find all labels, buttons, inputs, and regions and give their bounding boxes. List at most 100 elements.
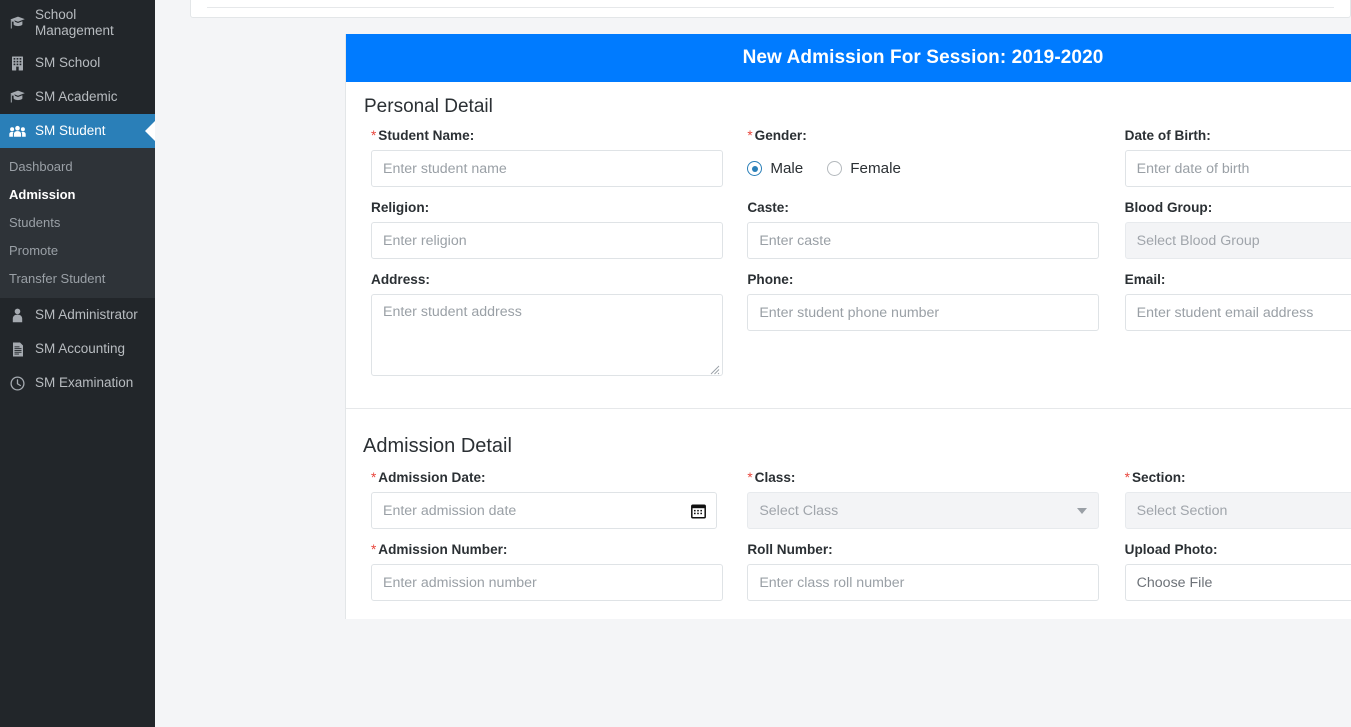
radio-male[interactable] — [747, 161, 762, 176]
form-row: *Admission Date: Enter admission date *C… — [346, 470, 1351, 529]
sidebar-item-sm-accounting[interactable]: SM Accounting — [0, 332, 155, 366]
placeholder: Enter student name — [383, 161, 507, 177]
card-body: Personal Detail *Student Name: Enter stu… — [346, 82, 1351, 619]
sidebar-item-sm-administrator[interactable]: SM Administrator — [0, 298, 155, 332]
required-mark: * — [371, 470, 376, 485]
calendar-icon[interactable] — [691, 503, 706, 518]
sidebar-subitem-students[interactable]: Students — [0, 208, 155, 236]
building-icon — [9, 56, 26, 71]
placeholder: Enter admission date — [383, 503, 516, 519]
field-blood-group: Blood Group: Select Blood Group — [1125, 200, 1351, 259]
sidebar-item-sm-examination[interactable]: SM Examination — [0, 366, 155, 400]
phone-input[interactable]: Enter student phone number — [747, 294, 1099, 331]
form-row: Religion: Enter religion Caste: Enter ca… — [346, 200, 1351, 259]
sidebar-item-sm-school[interactable]: SM School — [0, 46, 155, 80]
religion-input[interactable]: Enter religion — [371, 222, 723, 259]
field-label: *Admission Number: — [371, 542, 733, 557]
field-label: Upload Photo: — [1125, 542, 1351, 557]
document-icon — [9, 342, 26, 357]
required-mark: * — [371, 542, 376, 557]
email-input[interactable]: Enter student email address — [1125, 294, 1351, 331]
sidebar: School Management SM School SM Academic … — [0, 0, 155, 727]
field-label: Address: — [371, 272, 733, 287]
sidebar-subitem-transfer-student[interactable]: Transfer Student — [0, 264, 155, 292]
field-admission-date: *Admission Date: Enter admission date — [346, 470, 747, 529]
placeholder: Enter student phone number — [759, 305, 939, 321]
required-mark: * — [371, 128, 376, 143]
placeholder: Enter admission number — [383, 575, 537, 591]
field-label: Religion: — [371, 200, 733, 215]
field-caste: Caste: Enter caste — [747, 200, 1124, 259]
admission-card: New Admission For Session: 2019-2020 Per… — [345, 34, 1351, 619]
roll-number-input[interactable]: Enter class roll number — [747, 564, 1099, 601]
address-textarea[interactable]: Enter student address — [371, 294, 723, 376]
sidebar-item-label: SM School — [35, 55, 100, 71]
placeholder: Enter class roll number — [759, 575, 904, 591]
field-gender: *Gender: Male Female — [747, 128, 1124, 187]
field-address: Address: Enter student address — [346, 272, 747, 376]
upload-photo-group: Choose File Browse — [1125, 564, 1351, 601]
sidebar-subitem-admission[interactable]: Admission — [0, 180, 155, 208]
radio-female-label: Female — [850, 160, 901, 177]
placeholder: Enter religion — [383, 233, 467, 249]
sidebar-item-label: SM Accounting — [35, 341, 125, 357]
personal-detail-section: Personal Detail *Student Name: Enter stu… — [346, 82, 1351, 408]
field-admission-number: *Admission Number: Enter admission numbe… — [346, 542, 747, 601]
blood-group-select[interactable]: Select Blood Group — [1125, 222, 1351, 259]
field-label: Email: — [1125, 272, 1351, 287]
sidebar-item-school-management[interactable]: School Management — [0, 0, 155, 46]
radio-female[interactable] — [827, 161, 842, 176]
field-label: *Section: — [1125, 470, 1351, 485]
divider — [207, 7, 1334, 8]
sidebar-subitem-dashboard[interactable]: Dashboard — [0, 152, 155, 180]
field-date-of-birth: Date of Birth: Enter date of birth — [1125, 128, 1351, 187]
sidebar-item-label: SM Academic — [35, 89, 118, 105]
sidebar-subitem-promote[interactable]: Promote — [0, 236, 155, 264]
field-label: *Student Name: — [371, 128, 733, 143]
placeholder: Select Blood Group — [1137, 233, 1260, 249]
sidebar-submenu: Dashboard Admission Students Promote Tra… — [0, 148, 155, 298]
required-mark: * — [747, 128, 752, 143]
field-label: Date of Birth: — [1125, 128, 1351, 143]
sidebar-item-label: School Management — [35, 7, 114, 39]
page-title: New Admission For Session: 2019-2020 — [743, 47, 1104, 69]
admission-detail-section: Admission Detail *Admission Date: Enter … — [346, 409, 1351, 619]
date-of-birth-input[interactable]: Enter date of birth — [1125, 150, 1351, 187]
student-name-input[interactable]: Enter student name — [371, 150, 723, 187]
field-label: *Admission Date: — [371, 470, 733, 485]
graduation-cap-icon — [9, 90, 26, 104]
admission-number-input[interactable]: Enter admission number — [371, 564, 723, 601]
class-select[interactable]: Select Class — [747, 492, 1099, 529]
sidebar-item-label: SM Examination — [35, 375, 133, 391]
active-indicator-arrow — [145, 120, 155, 142]
field-roll-number: Roll Number: Enter class roll number — [747, 542, 1124, 601]
caste-input[interactable]: Enter caste — [747, 222, 1099, 259]
field-upload-photo: Upload Photo: Choose File Browse — [1125, 542, 1351, 601]
form-row: *Admission Number: Enter admission numbe… — [346, 542, 1351, 601]
sidebar-item-sm-academic[interactable]: SM Academic — [0, 80, 155, 114]
field-section: *Section: Select Section — [1125, 470, 1351, 529]
field-label: Caste: — [747, 200, 1110, 215]
admission-date-input[interactable]: Enter admission date — [371, 492, 717, 529]
user-icon — [9, 308, 26, 323]
file-name-display[interactable]: Choose File — [1125, 564, 1351, 601]
section-title-admission: Admission Detail — [363, 435, 1351, 458]
field-label: *Class: — [747, 470, 1110, 485]
gender-radio-group: Male Female — [747, 150, 1110, 187]
form-row: Address: Enter student address Phone: En… — [346, 272, 1351, 376]
section-select[interactable]: Select Section — [1125, 492, 1351, 529]
form-row: *Student Name: Enter student name *Gende… — [346, 128, 1351, 187]
required-mark: * — [1125, 470, 1130, 485]
sidebar-item-label: SM Student — [35, 123, 106, 139]
section-title-personal: Personal Detail — [364, 96, 1351, 118]
placeholder: Select Class — [759, 503, 838, 519]
placeholder: Enter student email address — [1137, 305, 1314, 321]
sidebar-item-sm-student[interactable]: SM Student — [0, 114, 155, 148]
field-student-name: *Student Name: Enter student name — [346, 128, 747, 187]
graduation-cap-icon — [9, 16, 26, 30]
main-content: New Admission For Session: 2019-2020 Per… — [155, 0, 1351, 727]
chevron-down-icon — [1077, 508, 1087, 514]
clock-icon — [9, 376, 26, 391]
field-label: Blood Group: — [1125, 200, 1351, 215]
resize-handle-icon[interactable] — [710, 363, 720, 373]
